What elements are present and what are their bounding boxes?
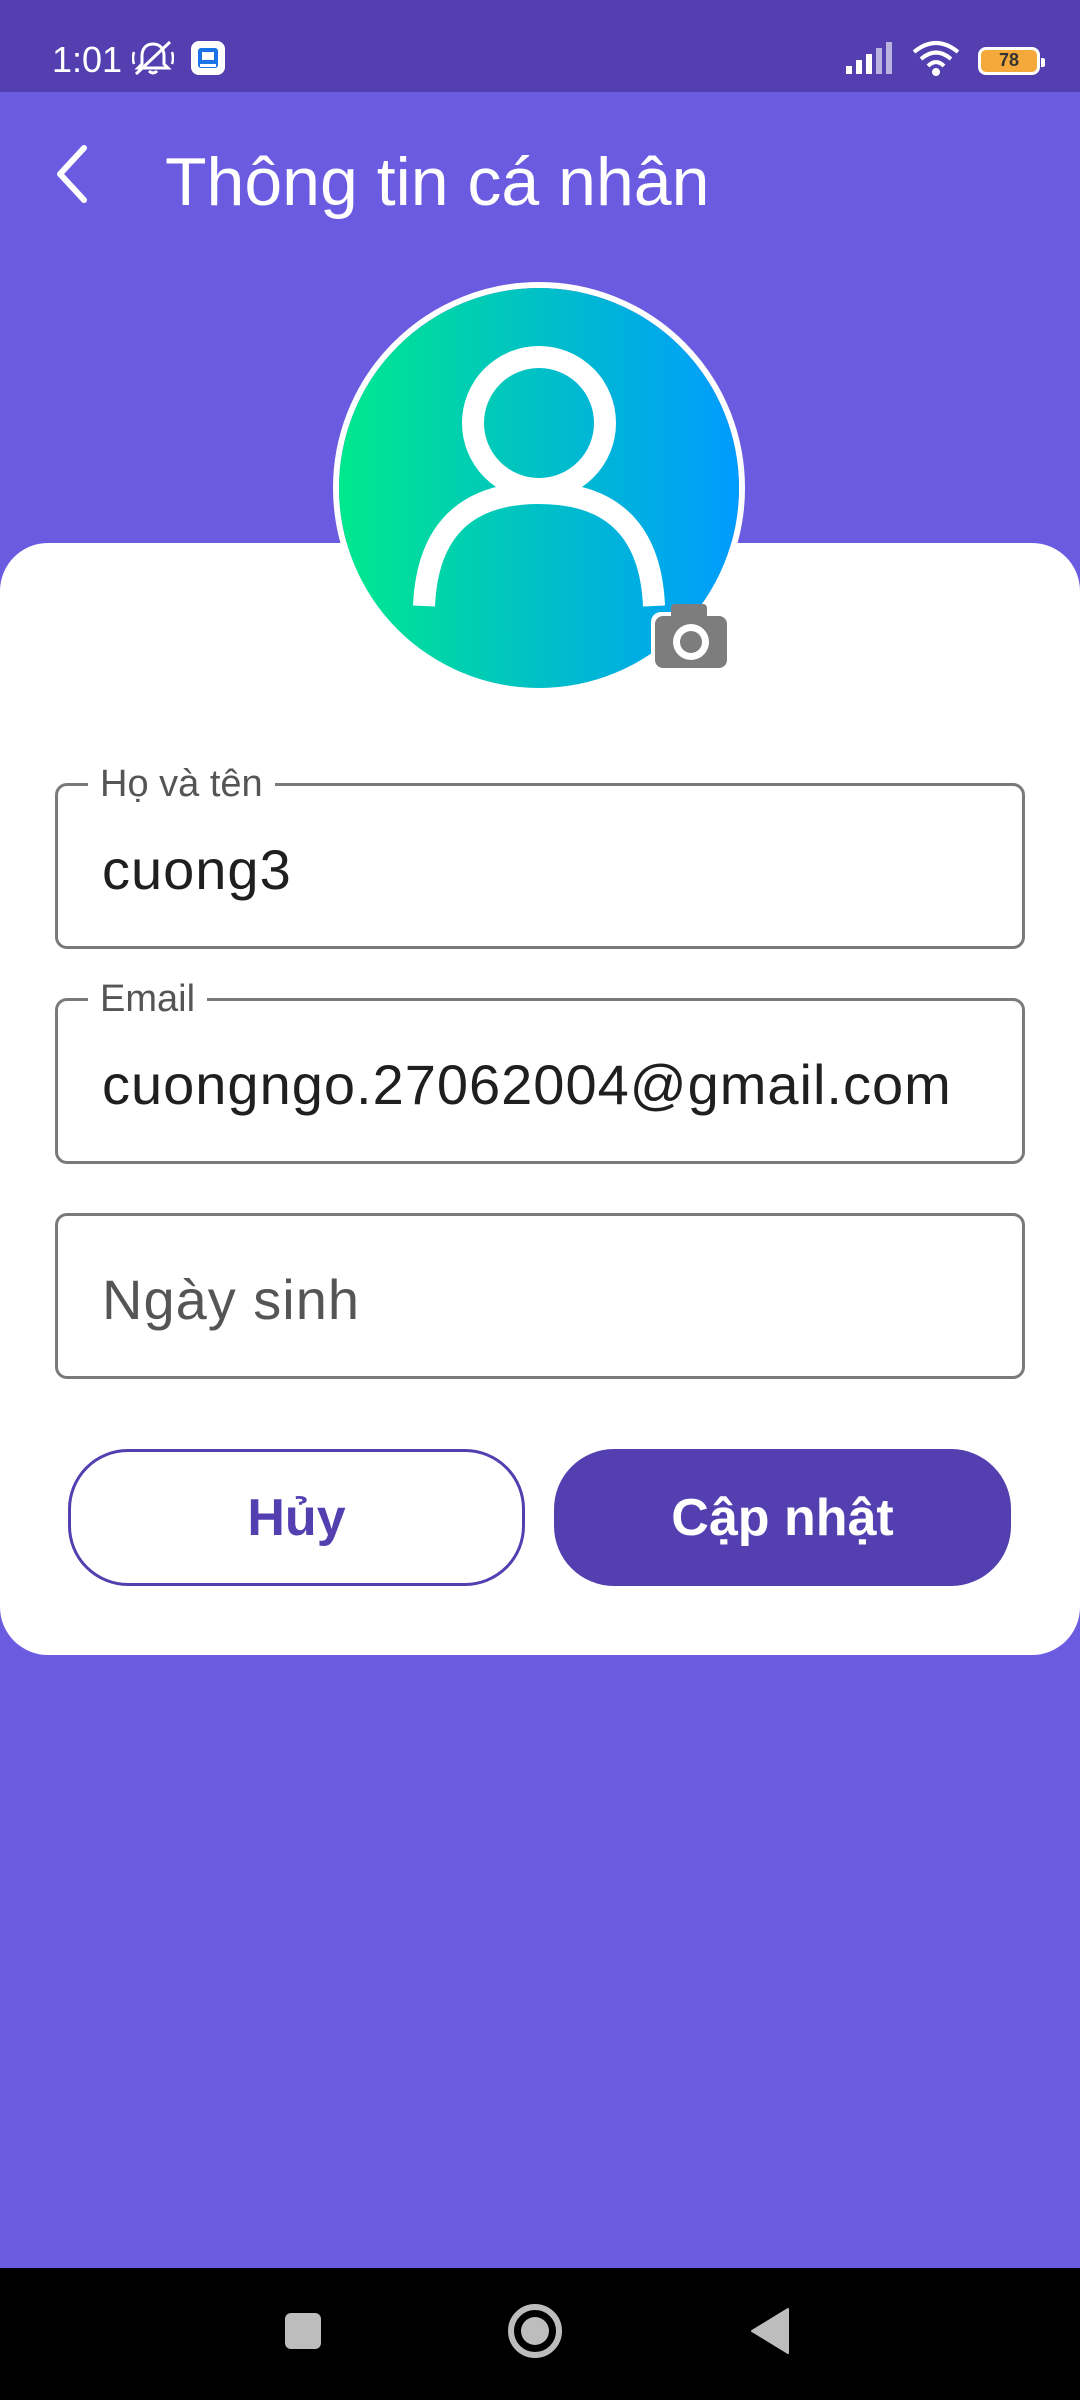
back-icon (748, 2307, 792, 2360)
system-nav-bar (0, 2268, 1080, 2400)
mute-alarm-icon (131, 40, 175, 81)
status-time: 1:01 (52, 39, 123, 80)
update-button[interactable]: Cập nhật (554, 1449, 1011, 1586)
email-value: cuongngo.27062004@gmail.com (102, 1053, 952, 1116)
app-bar: Thông tin cá nhân (0, 92, 1080, 272)
full-name-field[interactable]: Họ và tên cuong3 (55, 760, 1025, 949)
full-name-value: cuong3 (102, 838, 292, 901)
change-avatar-button[interactable] (649, 594, 733, 674)
page-title: Thông tin cá nhân (165, 144, 710, 220)
recents-icon (283, 2311, 323, 2356)
home-icon (505, 2301, 565, 2366)
app-notification-icon (190, 40, 226, 81)
email-field[interactable]: Email cuongngo.27062004@gmail.com (55, 975, 1025, 1164)
back-nav-button[interactable] (735, 2298, 805, 2368)
recents-button[interactable] (268, 2298, 338, 2368)
status-icons-right: 78 (846, 40, 1045, 81)
battery-icon: 78 (978, 46, 1045, 75)
birthdate-field[interactable]: Ngày sinh (55, 1213, 1025, 1379)
back-button[interactable] (44, 144, 104, 209)
camera-icon (649, 604, 733, 678)
home-button[interactable] (500, 2298, 570, 2368)
birthdate-placeholder: Ngày sinh (102, 1268, 361, 1331)
battery-level: 78 (998, 50, 1020, 70)
email-label: Email (88, 975, 208, 1023)
wifi-icon (912, 40, 960, 81)
full-name-label: Họ và tên (88, 760, 275, 808)
status-icons-left (131, 40, 226, 81)
chevron-left-icon (54, 144, 94, 209)
status-bar: 1:01 78 (0, 0, 1080, 92)
signal-icon (846, 42, 894, 79)
cancel-button[interactable]: Hủy (68, 1449, 525, 1586)
